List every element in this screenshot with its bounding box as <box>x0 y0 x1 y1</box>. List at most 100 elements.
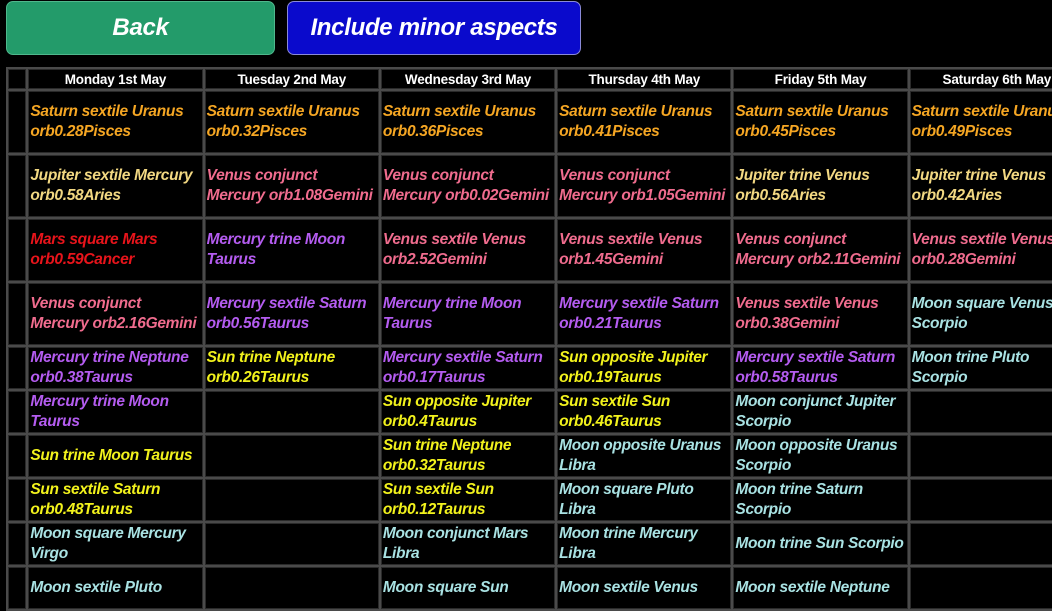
back-button[interactable]: Back <box>6 1 275 55</box>
aspect-text: Venus conjunct Mercury orb0.02Gemini <box>382 167 549 204</box>
aspect-text: Venus conjunct Mercury orb2.11Gemini <box>735 231 901 268</box>
aspect-text: Saturn sextile Uranus orb0.49Pisces <box>911 103 1052 140</box>
aspect-cell: Sun trine Moon Taurus <box>28 435 203 477</box>
aspect-text: Sun trine Neptune orb0.26Taurus <box>206 349 336 386</box>
row-index-cell <box>8 523 27 565</box>
aspect-text: Sun trine Moon Taurus <box>30 447 193 464</box>
aspect-text: Moon opposite Uranus Scorpio <box>735 437 898 474</box>
aspect-cell <box>909 479 1052 521</box>
aspect-cell: Moon opposite Uranus Libra <box>557 435 732 477</box>
aspect-cell: Venus sextile Venus orb2.52Gemini <box>380 219 556 281</box>
aspect-text: Mercury trine Moon Taurus <box>30 393 169 430</box>
aspect-cell: Moon square Venus Scorpio <box>909 283 1052 345</box>
aspect-cell: Saturn sextile Uranus orb0.36Pisces <box>380 91 556 153</box>
aspect-cell: Saturn sextile Uranus orb0.41Pisces <box>557 91 732 153</box>
aspect-cell <box>909 523 1052 565</box>
aspect-cell: Moon opposite Uranus Scorpio <box>733 435 908 477</box>
aspect-text: Mercury sextile Saturn orb0.56Taurus <box>206 295 367 332</box>
aspect-cell: Venus sextile Venus orb0.28Gemini <box>909 219 1052 281</box>
row-index-cell <box>8 391 27 433</box>
aspect-text: Moon trine Mercury Libra <box>559 525 698 562</box>
aspect-text: Venus conjunct Mercury orb1.08Gemini <box>206 167 373 204</box>
aspect-cell: Moon conjunct Jupiter Scorpio <box>733 391 908 433</box>
aspect-cell: Venus conjunct Mercury orb0.02Gemini <box>380 155 556 217</box>
aspect-text: Saturn sextile Uranus orb0.36Pisces <box>382 103 536 140</box>
aspect-text: Moon conjunct Jupiter Scorpio <box>735 393 896 430</box>
table-row: Mars square Mars orb0.59Cancer Mercury tr… <box>8 219 1052 281</box>
aspect-cell: Saturn sextile Uranus orb0.49Pisces <box>909 91 1052 153</box>
aspect-text: Moon trine Pluto Scorpio <box>911 349 1030 386</box>
aspect-text: Moon square Venus Scorpio <box>911 295 1052 332</box>
aspect-text: Jupiter sextile Mercury orb0.58Aries <box>30 167 193 204</box>
aspect-text: Moon trine Sun Scorpio <box>735 535 904 552</box>
aspect-cell: Moon sextile Pluto <box>28 567 203 609</box>
aspect-text: Jupiter trine Venus orb0.56Aries <box>735 167 870 204</box>
aspect-cell: Sun sextile Sun orb0.12Taurus <box>380 479 556 521</box>
aspect-cell: Mercury trine Moon Taurus <box>204 219 379 281</box>
aspect-text: Venus sextile Venus orb0.28Gemini <box>911 231 1052 268</box>
aspect-text: Sun opposite Jupiter orb0.4Taurus <box>382 393 532 430</box>
aspect-text: Moon sextile Venus <box>559 579 698 596</box>
aspect-cell: Jupiter trine Venus orb0.56Aries <box>733 155 908 217</box>
aspect-cell: Mars square Mars orb0.59Cancer <box>28 219 203 281</box>
aspect-text: Saturn sextile Uranus orb0.41Pisces <box>559 103 713 140</box>
aspect-cell: Jupiter sextile Mercury orb0.58Aries <box>28 155 203 217</box>
aspect-cell: Moon sextile Venus <box>557 567 732 609</box>
table-row: Moon sextile Pluto Moon square Sun Moon se… <box>8 567 1052 609</box>
aspect-cell: Moon trine Pluto Scorpio <box>909 347 1052 389</box>
aspects-grid: Monday 1st May Tuesday 2nd May Wednesday… <box>6 67 1052 611</box>
aspect-cell: Moon conjunct Mars Libra <box>380 523 556 565</box>
aspect-cell: Mercury trine Moon Taurus <box>380 283 556 345</box>
aspect-text: Venus sextile Venus orb0.38Gemini <box>735 295 879 332</box>
aspect-cell: Sun sextile Saturn orb0.48Taurus <box>28 479 203 521</box>
aspect-cell: Moon trine Sun Scorpio <box>733 523 908 565</box>
aspect-text: Jupiter trine Venus orb0.42Aries <box>911 167 1046 204</box>
aspect-cell <box>204 435 379 477</box>
aspect-cell: Moon trine Mercury Libra <box>557 523 732 565</box>
aspect-cell: Venus sextile Venus orb1.45Gemini <box>557 219 732 281</box>
aspect-cell: Sun trine Neptune orb0.26Taurus <box>204 347 379 389</box>
aspect-cell <box>909 391 1052 433</box>
aspect-text: Moon conjunct Mars Libra <box>382 525 529 562</box>
include-minor-aspects-button[interactable]: Include minor aspects <box>287 1 581 55</box>
aspect-text: Mercury trine Moon Taurus <box>206 231 346 268</box>
aspect-cell: Moon square Mercury Virgo <box>28 523 203 565</box>
table-row: Sun sextile Saturn orb0.48Taurus Sun sext… <box>8 479 1052 521</box>
row-index-cell <box>8 567 27 609</box>
aspect-cell: Saturn sextile Uranus orb0.45Pisces <box>733 91 908 153</box>
aspect-text: Sun trine Neptune orb0.32Taurus <box>382 437 512 474</box>
aspect-text: Saturn sextile Uranus orb0.32Pisces <box>206 103 360 140</box>
aspect-cell: Moon trine Saturn Scorpio <box>733 479 908 521</box>
table-row: Sun trine Moon Taurus Sun trine Neptune o… <box>8 435 1052 477</box>
aspect-text: Sun sextile Sun orb0.12Taurus <box>382 481 494 518</box>
aspect-text: Mercury sextile Saturn orb0.58Taurus <box>735 349 896 386</box>
aspect-cell: Mercury sextile Saturn orb0.21Taurus <box>557 283 732 345</box>
aspect-text: Moon square Mercury Virgo <box>30 525 186 562</box>
aspect-cell: Venus conjunct Mercury orb2.11Gemini <box>733 219 908 281</box>
aspect-cell: Mercury sextile Saturn orb0.17Taurus <box>380 347 556 389</box>
aspect-cell <box>204 391 379 433</box>
column-header: Monday 1st May <box>28 69 203 89</box>
aspect-cell <box>204 479 379 521</box>
aspect-cell: Saturn sextile Uranus orb0.32Pisces <box>204 91 379 153</box>
column-header: Thursday 4th May <box>557 69 732 89</box>
aspect-cell: Mercury trine Neptune orb0.38Taurus <box>28 347 203 389</box>
aspect-text: Venus sextile Venus orb1.45Gemini <box>559 231 703 268</box>
aspect-text: Sun sextile Saturn orb0.48Taurus <box>30 481 161 518</box>
aspect-cell: Venus sextile Venus orb0.38Gemini <box>733 283 908 345</box>
table-row: Mercury trine Moon Taurus Sun opposite Ju… <box>8 391 1052 433</box>
aspect-text: Mars square Mars orb0.59Cancer <box>30 231 158 268</box>
aspect-cell: Sun opposite Jupiter orb0.4Taurus <box>380 391 556 433</box>
row-index-cell <box>8 347 27 389</box>
aspect-cell: Sun opposite Jupiter orb0.19Taurus <box>557 347 732 389</box>
aspect-text: Mercury trine Moon Taurus <box>382 295 522 332</box>
aspect-cell: Jupiter trine Venus orb0.42Aries <box>909 155 1052 217</box>
aspect-text: Moon square Pluto Libra <box>559 481 694 518</box>
row-index-cell <box>8 155 27 217</box>
aspect-text: Moon trine Saturn Scorpio <box>735 481 863 518</box>
aspect-text: Venus conjunct Mercury orb1.05Gemini <box>559 167 726 204</box>
aspect-text: Venus sextile Venus orb2.52Gemini <box>382 231 526 268</box>
aspect-text: Sun sextile Sun orb0.46Taurus <box>559 393 671 430</box>
aspect-cell: Saturn sextile Uranus orb0.28Pisces <box>28 91 203 153</box>
column-header: Friday 5th May <box>733 69 908 89</box>
